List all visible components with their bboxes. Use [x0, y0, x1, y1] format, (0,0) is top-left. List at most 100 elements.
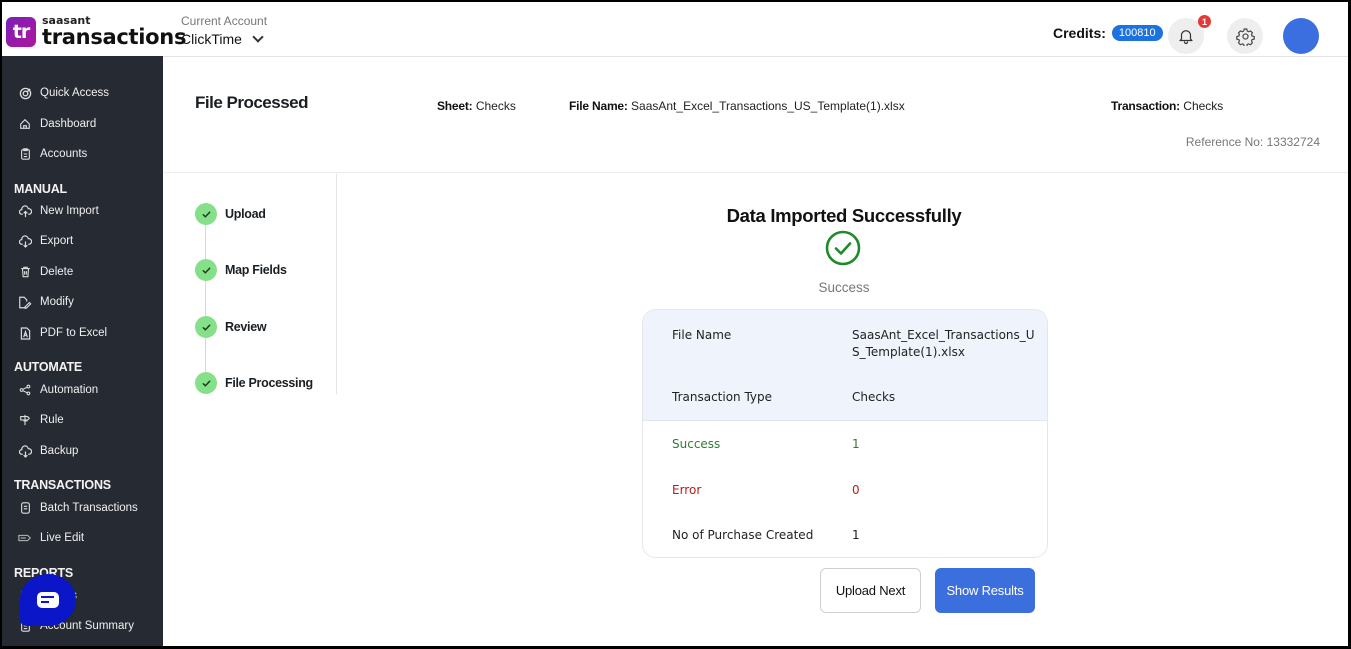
sidebar-item-dashboard[interactable]: Dashboard	[18, 117, 96, 131]
step-label: Map Fields	[225, 263, 287, 277]
step-label: Review	[225, 320, 267, 334]
target-icon	[18, 86, 32, 100]
sidebar-item-label: New Import	[40, 205, 99, 217]
step-map-fields: Map Fields	[195, 259, 287, 281]
sidebar-item-label: Quick Access	[40, 87, 110, 99]
progress-stepper: Upload Map Fields Review File Processing	[163, 174, 337, 394]
sheet-info: Sheet: Checks	[437, 99, 516, 113]
sidebar-item-batch-transactions[interactable]: Batch Transactions	[18, 501, 138, 515]
credits-label: Credits:	[1053, 25, 1106, 41]
current-account-label: Current Account	[181, 14, 268, 28]
file-name-info: File Name: SaasAnt_Excel_Transactions_US…	[569, 99, 905, 113]
success-count-label: Success	[672, 437, 721, 451]
transaction-type-row-value: Checks	[852, 390, 896, 404]
account-name: ClickTime	[181, 31, 242, 47]
sidebar-item-label: Rule	[40, 414, 64, 426]
backup-cloud-icon	[18, 444, 32, 458]
sidebar-item-new-import[interactable]: New Import	[18, 204, 99, 218]
result-status: Success	[818, 280, 870, 295]
success-count-value: 1	[852, 437, 860, 451]
step-label: File Processing	[225, 376, 313, 390]
step-file-processing: File Processing	[195, 372, 313, 394]
sidebar-item-label: Delete	[40, 266, 74, 278]
gear-icon	[1235, 27, 1255, 46]
pencil-tag-icon	[18, 531, 32, 545]
sidebar-item-automation[interactable]: Automation	[18, 383, 98, 397]
sidebar-item-live-edit[interactable]: Live Edit	[18, 531, 84, 545]
step-complete-check-icon	[195, 203, 217, 225]
step-upload: Upload	[195, 203, 266, 225]
sidebar-item-rule[interactable]: Rule	[18, 413, 64, 427]
stepper-connector	[205, 214, 206, 382]
transaction-type-row-label: Transaction Type	[672, 390, 773, 404]
chat-icon	[37, 592, 59, 608]
import-summary-card: File Name SaasAnt_Excel_Transactions_US_…	[642, 309, 1048, 558]
step-label: Upload	[225, 207, 266, 221]
share-nodes-icon	[18, 383, 32, 397]
sidebar: Quick Access Dashboard Accounts MANUAL N…	[2, 56, 163, 646]
page-title: File Processed	[195, 93, 309, 112]
account-switcher: Current Account ClickTime	[181, 14, 267, 47]
step-complete-check-icon	[195, 372, 217, 394]
account-dropdown[interactable]: ClickTime	[181, 30, 267, 47]
notification-count-badge: 1	[1198, 15, 1211, 28]
sheet-value: Checks	[475, 99, 516, 113]
sidebar-item-modify[interactable]: Modify	[18, 295, 74, 309]
upload-next-button[interactable]: Upload Next	[820, 568, 921, 613]
file-info-header: File Processed Sheet: Checks File Name: …	[163, 57, 1348, 173]
sidebar-item-quick-access[interactable]: Quick Access	[18, 86, 109, 100]
credits: Credits: 100810	[1053, 25, 1163, 41]
pdf-file-icon	[18, 326, 32, 340]
clipboard-icon	[18, 147, 32, 161]
sidebar-item-accounts[interactable]: Accounts	[18, 147, 87, 161]
sidebar-item-label: Batch Transactions	[40, 502, 138, 514]
sidebar-item-delete[interactable]: Delete	[18, 265, 73, 279]
sidebar-item-label: Export	[40, 235, 74, 247]
sheet-label: Sheet:	[437, 99, 473, 113]
document-icon	[18, 501, 32, 515]
sidebar-section-automate: AUTOMATE	[14, 360, 83, 374]
settings-button[interactable]	[1227, 18, 1263, 54]
reference-number: Reference No: 13332724	[1185, 135, 1320, 149]
transaction-label: Transaction:	[1111, 99, 1180, 113]
edit-file-icon	[18, 295, 32, 309]
file-name-row-value: SaasAnt_Excel_Transactions_US_Template(1…	[852, 328, 1035, 359]
sidebar-section-manual: MANUAL	[14, 182, 67, 196]
upload-cloud-icon	[18, 204, 32, 218]
step-complete-check-icon	[195, 316, 217, 338]
signpost-icon	[18, 413, 32, 427]
home-icon	[18, 117, 32, 131]
top-header: tr saasant transactions Current Account …	[2, 2, 1348, 57]
credits-badge: 100810	[1111, 25, 1163, 41]
sidebar-item-backup[interactable]: Backup	[18, 444, 78, 458]
trash-icon	[18, 265, 32, 279]
step-complete-check-icon	[195, 259, 217, 281]
transaction-value: Checks	[1183, 99, 1224, 113]
file-name-value: SaasAnt_Excel_Transactions_US_Template(1…	[631, 99, 905, 113]
result-title: Data Imported Successfully	[726, 205, 962, 226]
sidebar-item-label: Accounts	[40, 148, 88, 160]
sidebar-item-label: Modify	[40, 296, 74, 308]
error-count-label: Error	[672, 483, 702, 497]
logo-mark: tr	[6, 16, 36, 47]
download-cloud-icon	[18, 234, 32, 248]
step-review: Review	[195, 316, 267, 338]
chat-widget-button[interactable]	[20, 574, 76, 626]
sidebar-item-label: PDF to Excel	[40, 327, 108, 339]
sidebar-item-label: Automation	[40, 384, 99, 396]
success-check-circle-icon	[825, 230, 861, 266]
error-count-value: 0	[852, 483, 860, 497]
show-results-button[interactable]: Show Results	[935, 568, 1035, 613]
sidebar-item-pdf-to-excel[interactable]: PDF to Excel	[18, 326, 107, 340]
purchase-created-label: No of Purchase Created	[672, 528, 814, 542]
transaction-info: Transaction: Checks	[1111, 99, 1223, 113]
sidebar-item-label: Live Edit	[40, 532, 85, 544]
file-name-label: File Name:	[569, 99, 628, 113]
bell-icon	[1179, 30, 1193, 45]
sidebar-item-label: Backup	[40, 445, 79, 457]
app-logo[interactable]: tr saasant transactions	[6, 15, 186, 48]
chevron-down-icon	[252, 30, 264, 43]
sidebar-item-export[interactable]: Export	[18, 234, 73, 248]
sidebar-item-label: Dashboard	[40, 118, 97, 130]
user-avatar[interactable]	[1283, 18, 1319, 54]
